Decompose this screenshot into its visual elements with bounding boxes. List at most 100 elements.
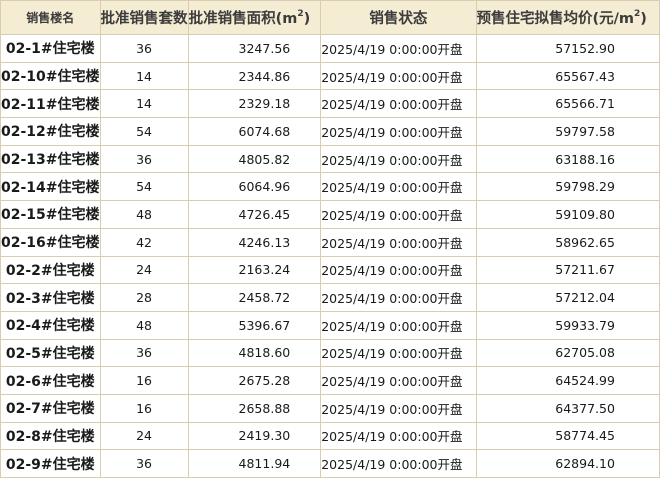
table-row: 02-14#住宅楼546064.962025/4/19 0:00:00开盘597…: [1, 173, 660, 201]
table-row: 02-12#住宅楼546074.682025/4/19 0:00:00开盘597…: [1, 118, 660, 146]
cell-units: 48: [100, 201, 188, 229]
table-row: 02-7#住宅楼162658.882025/4/19 0:00:00开盘6437…: [1, 394, 660, 422]
cell-area: 4246.13: [188, 228, 321, 256]
cell-area: 4805.82: [188, 145, 321, 173]
cell-status: 2025/4/19 0:00:00开盘: [321, 173, 476, 201]
cell-units: 24: [100, 422, 188, 450]
cell-price: 64524.99: [476, 367, 659, 395]
cell-area: 2658.88: [188, 394, 321, 422]
cell-status: 2025/4/19 0:00:00开盘: [321, 450, 476, 478]
cell-building: 02-14#住宅楼: [1, 173, 101, 201]
header-units: 批准销售套数: [100, 1, 188, 35]
cell-building: 02-7#住宅楼: [1, 394, 101, 422]
table-row: 02-4#住宅楼485396.672025/4/19 0:00:00开盘5993…: [1, 311, 660, 339]
cell-building: 02-10#住宅楼: [1, 62, 101, 90]
table-row: 02-10#住宅楼142344.862025/4/19 0:00:00开盘655…: [1, 62, 660, 90]
header-status: 销售状态: [321, 1, 476, 35]
cell-price: 62705.08: [476, 339, 659, 367]
header-area-sup: 2: [297, 9, 303, 19]
table-row: 02-1#住宅楼363247.562025/4/19 0:00:00开盘5715…: [1, 35, 660, 63]
header-row: 销售楼名 批准销售套数 批准销售面积(m2) 销售状态 预售住宅拟售均价(元/m…: [1, 1, 660, 35]
header-area: 批准销售面积(m2): [188, 1, 321, 35]
cell-status: 2025/4/19 0:00:00开盘: [321, 35, 476, 63]
cell-area: 2458.72: [188, 284, 321, 312]
table-row: 02-6#住宅楼162675.282025/4/19 0:00:00开盘6452…: [1, 367, 660, 395]
cell-price: 59933.79: [476, 311, 659, 339]
cell-units: 36: [100, 450, 188, 478]
cell-building: 02-2#住宅楼: [1, 256, 101, 284]
cell-building: 02-8#住宅楼: [1, 422, 101, 450]
table-row: 02-13#住宅楼364805.822025/4/19 0:00:00开盘631…: [1, 145, 660, 173]
cell-status: 2025/4/19 0:00:00开盘: [321, 284, 476, 312]
cell-units: 36: [100, 145, 188, 173]
cell-units: 24: [100, 256, 188, 284]
cell-price: 65566.71: [476, 90, 659, 118]
cell-area: 5396.67: [188, 311, 321, 339]
cell-status: 2025/4/19 0:00:00开盘: [321, 145, 476, 173]
cell-area: 4811.94: [188, 450, 321, 478]
cell-price: 64377.50: [476, 394, 659, 422]
cell-price: 57211.67: [476, 256, 659, 284]
cell-units: 36: [100, 339, 188, 367]
cell-status: 2025/4/19 0:00:00开盘: [321, 62, 476, 90]
cell-area: 2329.18: [188, 90, 321, 118]
cell-status: 2025/4/19 0:00:00开盘: [321, 228, 476, 256]
cell-building: 02-15#住宅楼: [1, 201, 101, 229]
cell-status: 2025/4/19 0:00:00开盘: [321, 118, 476, 146]
header-price-text: 预售住宅拟售均价(元/m: [477, 11, 635, 27]
cell-building: 02-11#住宅楼: [1, 90, 101, 118]
cell-price: 65567.43: [476, 62, 659, 90]
cell-building: 02-1#住宅楼: [1, 35, 101, 63]
cell-price: 57152.90: [476, 35, 659, 63]
cell-building: 02-3#住宅楼: [1, 284, 101, 312]
cell-units: 54: [100, 173, 188, 201]
cell-status: 2025/4/19 0:00:00开盘: [321, 339, 476, 367]
table-row: 02-15#住宅楼484726.452025/4/19 0:00:00开盘591…: [1, 201, 660, 229]
sales-table: 销售楼名 批准销售套数 批准销售面积(m2) 销售状态 预售住宅拟售均价(元/m…: [0, 0, 660, 478]
cell-status: 2025/4/19 0:00:00开盘: [321, 422, 476, 450]
table-header: 销售楼名 批准销售套数 批准销售面积(m2) 销售状态 预售住宅拟售均价(元/m…: [1, 1, 660, 35]
cell-units: 14: [100, 90, 188, 118]
cell-area: 4818.60: [188, 339, 321, 367]
cell-price: 62894.10: [476, 450, 659, 478]
cell-price: 58962.65: [476, 228, 659, 256]
header-price-sup: 2: [634, 9, 640, 19]
cell-price: 59797.58: [476, 118, 659, 146]
table-row: 02-9#住宅楼364811.942025/4/19 0:00:00开盘6289…: [1, 450, 660, 478]
table-row: 02-8#住宅楼242419.302025/4/19 0:00:00开盘5877…: [1, 422, 660, 450]
cell-area: 2419.30: [188, 422, 321, 450]
cell-area: 6064.96: [188, 173, 321, 201]
cell-status: 2025/4/19 0:00:00开盘: [321, 311, 476, 339]
table-row: 02-2#住宅楼242163.242025/4/19 0:00:00开盘5721…: [1, 256, 660, 284]
cell-area: 2344.86: [188, 62, 321, 90]
cell-units: 16: [100, 394, 188, 422]
cell-building: 02-4#住宅楼: [1, 311, 101, 339]
table-row: 02-16#住宅楼424246.132025/4/19 0:00:00开盘589…: [1, 228, 660, 256]
cell-status: 2025/4/19 0:00:00开盘: [321, 201, 476, 229]
cell-status: 2025/4/19 0:00:00开盘: [321, 367, 476, 395]
cell-price: 59798.29: [476, 173, 659, 201]
header-area-text: 批准销售面积(m: [189, 11, 298, 27]
cell-units: 14: [100, 62, 188, 90]
cell-units: 16: [100, 367, 188, 395]
header-area-close: ): [304, 11, 311, 27]
header-price: 预售住宅拟售均价(元/m2): [476, 1, 659, 35]
table-body: 02-1#住宅楼363247.562025/4/19 0:00:00开盘5715…: [1, 35, 660, 478]
header-building: 销售楼名: [1, 1, 101, 35]
cell-status: 2025/4/19 0:00:00开盘: [321, 256, 476, 284]
cell-price: 59109.80: [476, 201, 659, 229]
cell-area: 4726.45: [188, 201, 321, 229]
cell-status: 2025/4/19 0:00:00开盘: [321, 90, 476, 118]
cell-building: 02-9#住宅楼: [1, 450, 101, 478]
header-price-close: ): [640, 11, 647, 27]
cell-area: 3247.56: [188, 35, 321, 63]
cell-units: 54: [100, 118, 188, 146]
cell-units: 48: [100, 311, 188, 339]
table-row: 02-3#住宅楼282458.722025/4/19 0:00:00开盘5721…: [1, 284, 660, 312]
cell-area: 2163.24: [188, 256, 321, 284]
cell-units: 36: [100, 35, 188, 63]
cell-building: 02-16#住宅楼: [1, 228, 101, 256]
table-row: 02-11#住宅楼142329.182025/4/19 0:00:00开盘655…: [1, 90, 660, 118]
cell-area: 6074.68: [188, 118, 321, 146]
cell-area: 2675.28: [188, 367, 321, 395]
